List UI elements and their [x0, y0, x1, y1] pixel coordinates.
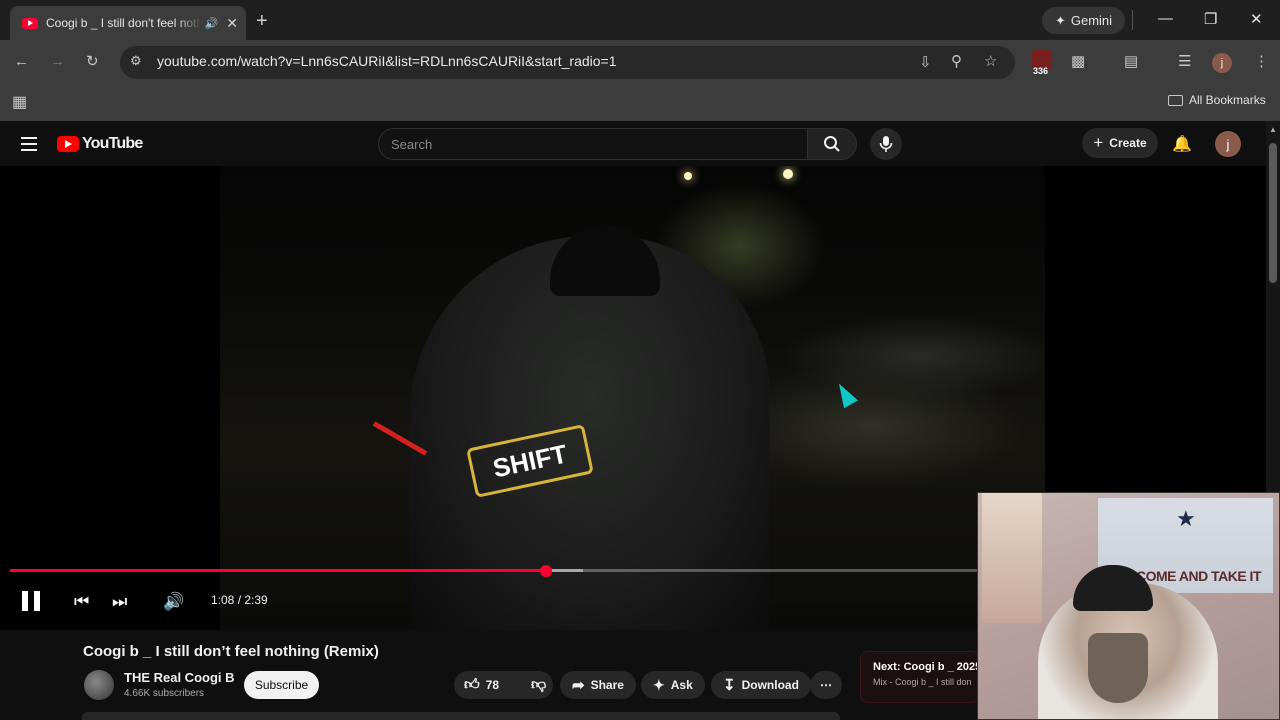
create-button[interactable]: + Create [1082, 128, 1158, 158]
flag-star-icon: ★ [1176, 506, 1196, 531]
back-icon[interactable]: ← [14, 53, 29, 70]
browser-toolbar: ← → ↻ ⚙ youtube.com/watch?v=Lnn6sCAURiI&… [0, 40, 1280, 84]
up-next-prefix: Next: [873, 661, 901, 673]
forward-icon[interactable]: → [50, 53, 65, 70]
gemini-sparkle-icon: ✦ [1054, 12, 1066, 28]
youtube-logo[interactable]: YouTube [57, 135, 143, 153]
extension-badge: 336 [1033, 66, 1049, 76]
streetlight [783, 169, 793, 179]
up-next-title-line: Next: Coogi b _ 2025 [873, 661, 979, 673]
channel-name[interactable]: THE Real Coogi B [124, 670, 235, 685]
folder-icon [1168, 94, 1183, 106]
youtube-wordmark: YouTube [82, 135, 143, 152]
search-icon [824, 136, 840, 152]
bookmarks-bar: ▦ All Bookmarks [0, 84, 1280, 121]
ask-button[interactable]: ✦ Ask [641, 671, 705, 699]
restore-icon[interactable]: ❐ [1204, 10, 1217, 28]
tab-audio-icon[interactable]: 🔊 [205, 17, 219, 30]
like-count: 78 [485, 678, 500, 692]
gemini-button[interactable]: ✦ Gemini [1042, 7, 1125, 34]
youtube-header: YouTube Search + Create 🔔 j [0, 121, 1266, 166]
browser-tab-active[interactable]: Coogi b _ I still don't feel nothing (Re… [10, 6, 246, 40]
dislike-button[interactable]: 👎︎ [521, 671, 556, 699]
description-box[interactable] [82, 712, 840, 720]
all-bookmarks-button[interactable]: All Bookmarks [1168, 93, 1266, 107]
share-label: Share [590, 678, 624, 692]
hamburger-menu-icon[interactable] [21, 137, 37, 155]
browser-tabstrip: Coogi b _ I still don't feel nothing (Re… [0, 0, 1280, 40]
streamer-beard [1088, 633, 1148, 703]
like-button[interactable]: 👍︎ 78 [454, 671, 509, 699]
minimize-icon[interactable]: — [1158, 10, 1173, 27]
subscribe-button[interactable]: Subscribe [244, 671, 319, 699]
subscriber-count: 4.66K subscribers [124, 688, 205, 699]
download-icon: ↧ [723, 677, 736, 694]
share-arrow-icon: ➦ [572, 677, 585, 694]
microphone-icon [879, 136, 893, 152]
create-label: Create [1109, 136, 1147, 150]
more-horizontal-icon: ⋯ [820, 678, 832, 692]
search-button[interactable] [807, 128, 857, 160]
like-dislike-group: 👍︎ 78 👎︎ [454, 671, 553, 699]
zoom-icon[interactable]: ⚲ [951, 52, 962, 70]
flag-text: COME AND TAKE IT [1136, 568, 1262, 584]
ask-label: Ask [670, 678, 693, 692]
pause-button[interactable] [22, 591, 40, 611]
previous-icon[interactable]: ⏮ [74, 592, 89, 612]
thumbs-up-icon: 👍︎ [464, 676, 480, 693]
thumbs-down-icon: 👎︎ [531, 676, 547, 693]
streetlight [684, 172, 692, 180]
site-info-icon[interactable]: ⚙ [130, 53, 142, 69]
menu-kebab-icon[interactable]: ⋮ [1254, 52, 1269, 70]
progress-played [10, 569, 546, 572]
plus-icon: + [1093, 133, 1104, 152]
url-text[interactable]: youtube.com/watch?v=Lnn6sCAURiI&list=RDL… [157, 53, 617, 69]
search-input[interactable]: Search [378, 128, 808, 160]
more-actions-button[interactable]: ⋯ [810, 671, 842, 699]
volume-icon[interactable]: 🔊 [163, 592, 184, 612]
gemini-label: Gemini [1070, 13, 1113, 28]
up-next-card[interactable]: Next: Coogi b _ 2025 Mix - Coogi b _ I s… [860, 651, 980, 703]
time-display: 1:08 / 2:39 [211, 593, 268, 607]
scroll-up-icon[interactable]: ▲ [1269, 125, 1277, 134]
next-icon[interactable]: ⏭ [112, 592, 127, 612]
download-button[interactable]: ↧ Download [711, 671, 811, 699]
video-title: Coogi b _ I still don’t feel nothing (Re… [83, 643, 379, 660]
tab-close-icon[interactable]: ✕ [226, 15, 238, 32]
webcam-overlay: ★ COME AND TAKE IT [977, 492, 1280, 720]
tab-search-icon[interactable]: ▤ [1124, 52, 1138, 70]
progress-scrubber[interactable] [539, 564, 552, 577]
media-control-icon[interactable]: ☰ [1178, 52, 1191, 70]
up-next-subtitle: Mix - Coogi b _ I still don [873, 677, 972, 687]
new-tab-button[interactable]: + [256, 10, 268, 33]
up-next-title: Coogi b _ 2025 [903, 661, 980, 673]
scrollbar-thumb[interactable] [1269, 143, 1277, 283]
youtube-play-logo-icon [57, 136, 79, 152]
all-bookmarks-label: All Bookmarks [1189, 93, 1266, 107]
notifications-bell-icon[interactable]: 🔔 [1172, 134, 1192, 154]
share-button[interactable]: ➦ Share [560, 671, 636, 699]
download-label: Download [741, 678, 799, 692]
video-frame[interactable]: SHIFT [220, 166, 1045, 630]
account-avatar[interactable]: j [1215, 131, 1241, 157]
ask-sparkle-icon: ✦ [653, 676, 665, 693]
apps-grid-icon[interactable]: ▦ [12, 92, 27, 112]
tab-title: Coogi b _ I still don't feel nothing (Re… [46, 16, 201, 30]
wall-poster [982, 493, 1042, 623]
extensions-puzzle-icon[interactable]: ▩ [1071, 52, 1085, 70]
youtube-favicon-icon [22, 17, 38, 29]
profile-avatar[interactable]: j [1212, 53, 1232, 73]
reload-icon[interactable]: ↻ [86, 52, 99, 70]
bookmark-star-icon[interactable]: ☆ [984, 52, 997, 70]
voice-search-button[interactable] [870, 128, 902, 160]
install-app-icon[interactable]: ⇩ [919, 53, 932, 71]
tabstrip-divider [1132, 10, 1133, 30]
channel-avatar[interactable] [84, 670, 114, 700]
window-close-icon[interactable]: ✕ [1250, 10, 1263, 28]
